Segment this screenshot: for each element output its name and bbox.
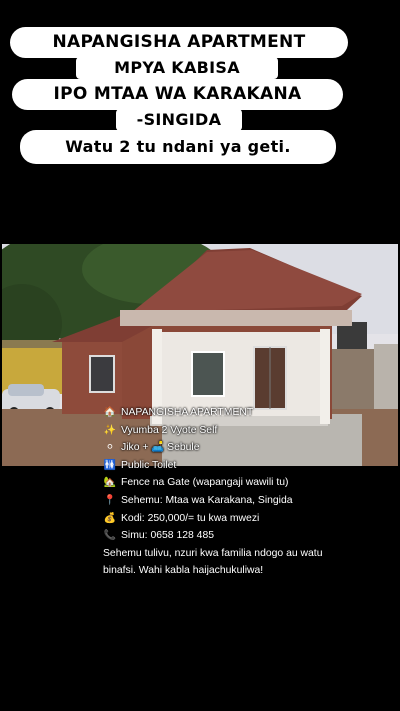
list-item-text: Public Toilet xyxy=(121,459,177,471)
money-bag-icon: 💰 xyxy=(103,512,117,524)
list-item-text: NAPANGISHA APARTMENT xyxy=(121,407,254,418)
description-paragraph: Sehemu tulivu, nzuri kwa familia ndogo a… xyxy=(103,547,323,577)
phone-icon: 📞 xyxy=(103,530,117,542)
list-item-text: Sehemu: Mtaa wa Karakana, Singida xyxy=(121,494,293,506)
kitchen-icon: ⚪ xyxy=(105,442,115,454)
headline-banner: NAPANGISHA APARTMENT MPYA KABISA IPO MTA… xyxy=(0,24,400,169)
headline-line-2: MPYA KABISA xyxy=(76,57,278,79)
house-icon: 🏠 xyxy=(103,407,117,418)
list-item: 💰 Kodi: 250,000/= tu kwa mwezi xyxy=(103,510,393,528)
sparkles-icon: ✨ xyxy=(103,424,117,436)
list-item: 🏠 NAPANGISHA APARTMENT xyxy=(103,404,393,422)
list-item: 📍 Sehemu: Mtaa wa Karakana, Singida xyxy=(103,492,393,510)
list-item-text: Jiko + 🛋️ Sebule xyxy=(121,442,200,454)
restroom-icon: 🚻 xyxy=(103,459,117,471)
listing-post: 🏠 NAPANGISHA APARTMENT ✨ Vyumba 2 Vyote … xyxy=(103,404,393,580)
phone-number[interactable]: Simu: 0658 128 485 xyxy=(121,527,214,545)
list-item-text: Vyumba 2 Vyote Self xyxy=(121,424,218,436)
headline-line-5: Watu 2 tu ndani ya geti. xyxy=(20,130,336,164)
list-item: ✨ Vyumba 2 Vyote Self xyxy=(103,422,393,440)
headline-line-1: NAPANGISHA APARTMENT xyxy=(10,27,348,58)
pin-icon: 📍 xyxy=(103,494,117,506)
list-item: ⚪ Jiko + 🛋️ Sebule xyxy=(103,439,393,457)
list-item: 🏡 Fence na Gate (wapangaji wawili tu) xyxy=(103,474,393,492)
headline-line-4: -SINGIDA xyxy=(116,109,242,131)
list-item: 📞 Simu: 0658 128 485 xyxy=(103,527,393,545)
list-item-text: Kodi: 250,000/= tu kwa mwezi xyxy=(121,512,260,524)
list-item: 🚻 Public Toilet xyxy=(103,457,393,475)
headline-line-3: IPO MTAA WA KARAKANA xyxy=(12,79,343,110)
house-garden-icon: 🏡 xyxy=(103,477,117,489)
list-item-text: Fence na Gate (wapangaji wawili tu) xyxy=(121,477,289,489)
